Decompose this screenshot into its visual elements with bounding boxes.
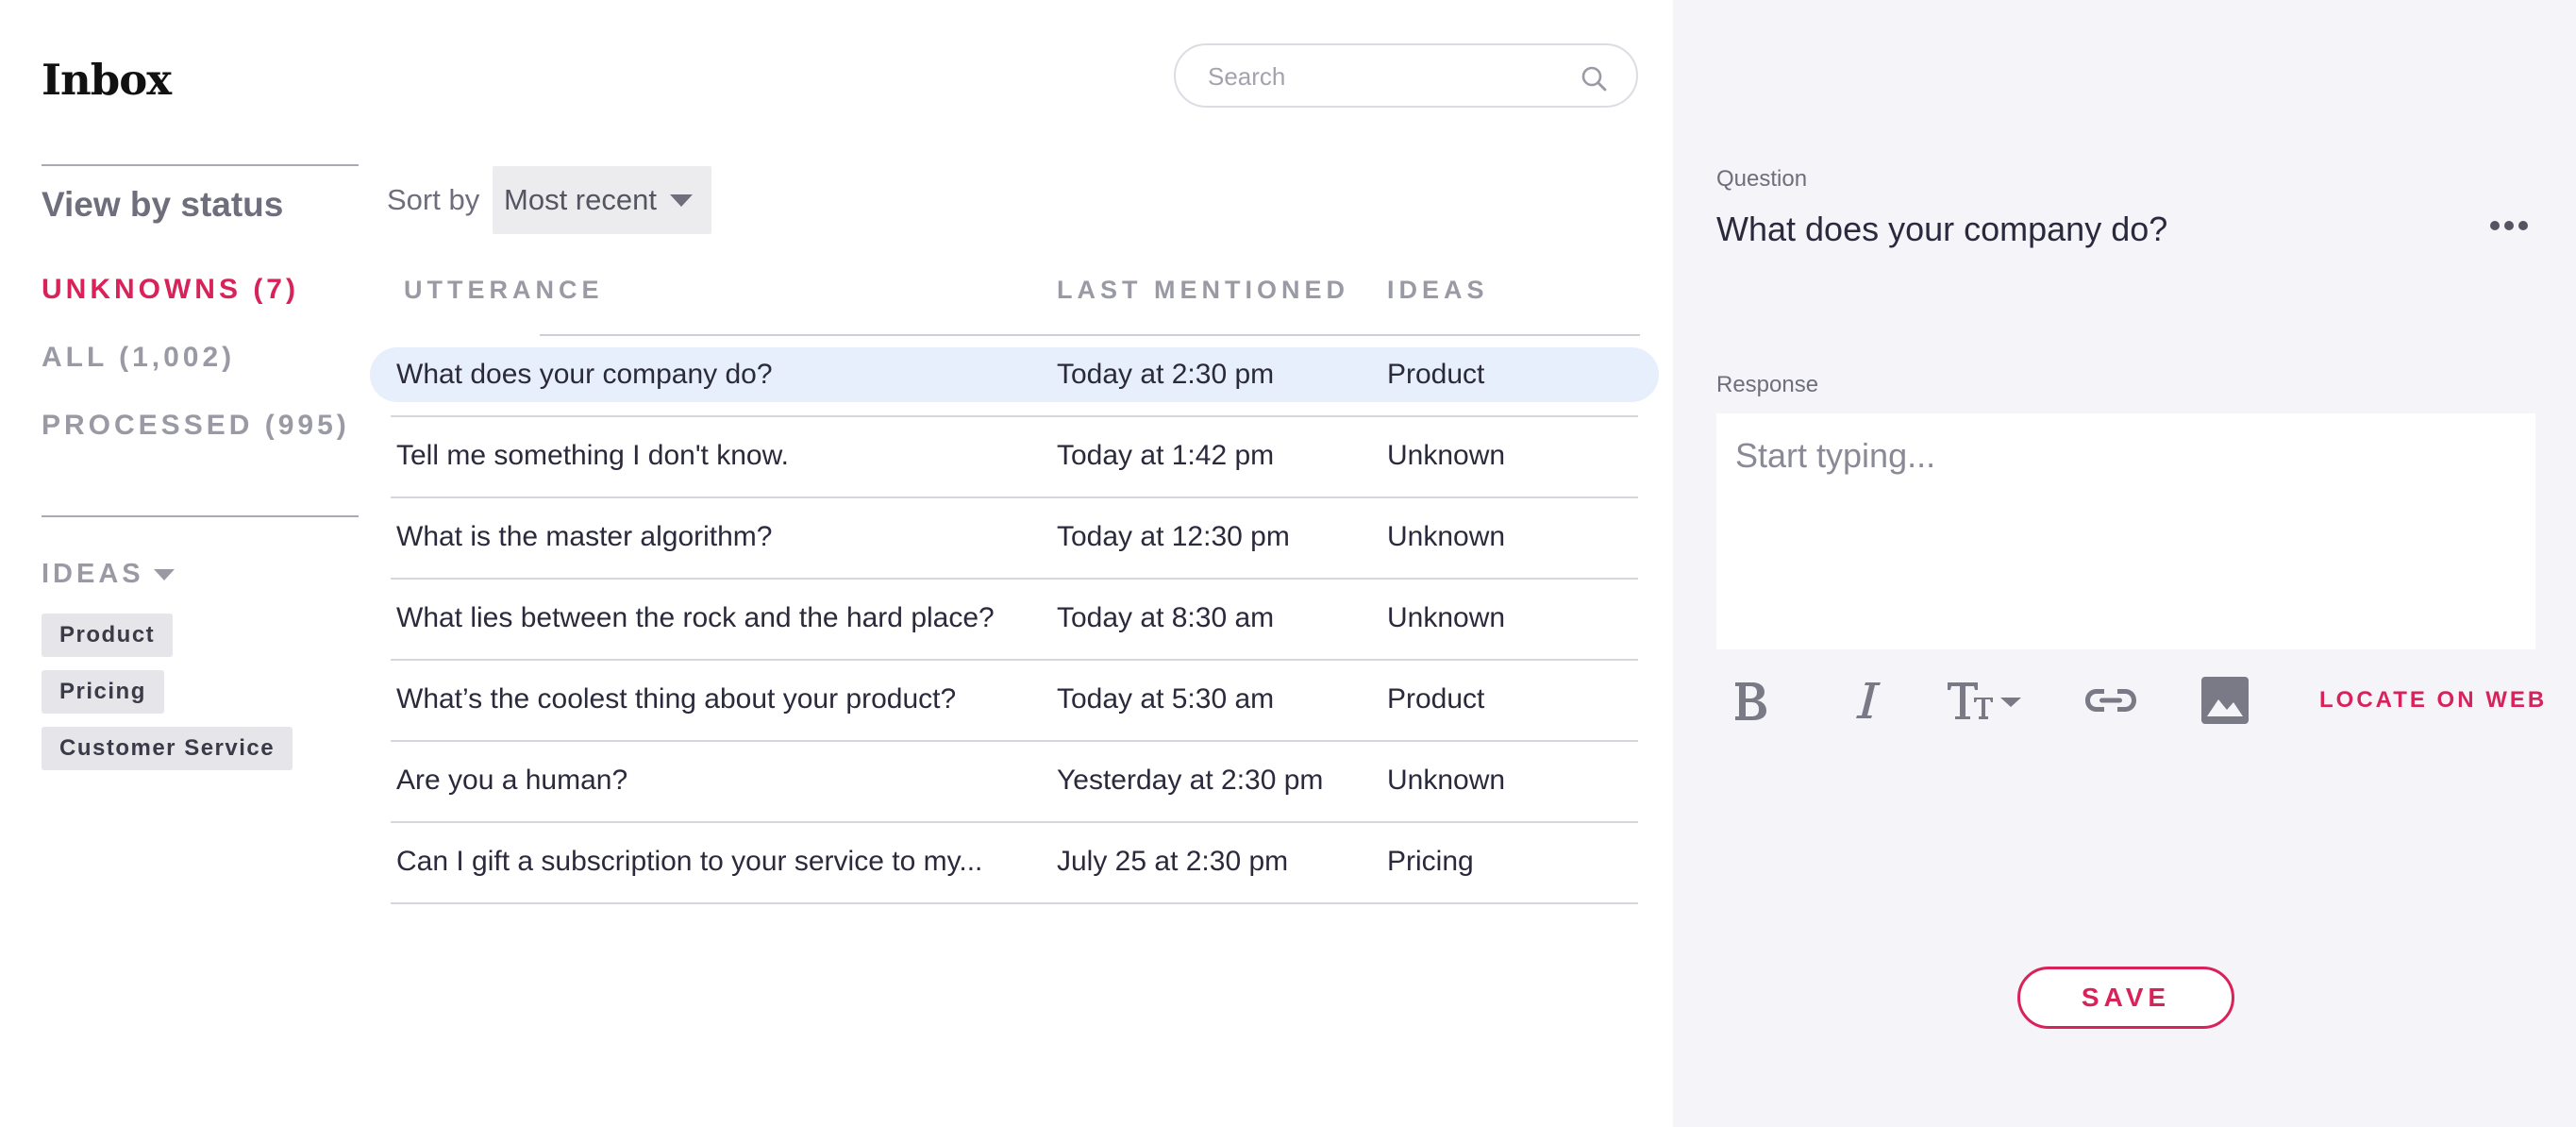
sort-dropdown[interactable]: Most recent <box>493 166 711 234</box>
cell-utterance: What lies between the rock and the hard … <box>396 602 995 633</box>
response-label: Response <box>1716 372 1819 397</box>
table-row[interactable]: Can I gift a subscription to your servic… <box>391 823 1638 904</box>
search-input[interactable] <box>1208 60 1566 93</box>
cell-last-mentioned: Today at 1:42 pm <box>1057 440 1275 471</box>
save-button[interactable]: SAVE <box>2017 967 2234 1029</box>
caret-down-icon <box>669 193 693 207</box>
cell-utterance: What is the master algorithm? <box>396 521 773 552</box>
idea-tag-product[interactable]: Product <box>42 614 174 657</box>
cell-last-mentioned: July 25 at 2:30 pm <box>1057 846 1289 877</box>
cell-idea: Unknown <box>1387 440 1506 471</box>
caret-down-icon <box>153 568 175 580</box>
cell-last-mentioned: Today at 2:30 pm <box>1057 359 1275 390</box>
column-header-last-mentioned[interactable]: LAST MENTIONED <box>1057 276 1349 305</box>
text-size-icon <box>1948 682 2021 719</box>
table-row[interactable]: What’s the coolest thing about your prod… <box>391 661 1638 742</box>
cell-utterance: What’s the coolest thing about your prod… <box>396 683 957 715</box>
cell-idea: Unknown <box>1387 521 1506 552</box>
table-row[interactable]: Tell me something I don't know. Today at… <box>391 417 1638 498</box>
cell-last-mentioned: Today at 5:30 am <box>1057 683 1275 715</box>
sidebar-divider <box>42 164 359 166</box>
cell-utterance: Are you a human? <box>396 765 628 796</box>
row-divider <box>391 902 1638 904</box>
cell-idea: Product <box>1387 683 1485 715</box>
ideas-heading-label: IDEAS <box>42 559 144 589</box>
cell-idea: Unknown <box>1387 765 1506 796</box>
italic-icon <box>1856 682 1881 718</box>
page-title: Inbox <box>42 55 172 105</box>
column-header-utterance[interactable]: UTTERANCE <box>404 276 604 305</box>
more-options-icon[interactable] <box>2489 219 2529 232</box>
status-filter-processed[interactable]: PROCESSED (995) <box>42 410 350 442</box>
cell-utterance: Tell me something I don't know. <box>396 440 789 471</box>
idea-tag-customer-service[interactable]: Customer Service <box>42 727 293 770</box>
inbox-list-panel: Inbox View by status UNKNOWNS (7) ALL (1… <box>0 0 1673 1127</box>
sort-label: Sort by <box>387 183 480 216</box>
image-icon <box>2201 677 2249 724</box>
italic-button[interactable] <box>1845 672 1892 729</box>
cell-utterance: Can I gift a subscription to your servic… <box>396 846 983 877</box>
cell-last-mentioned: Today at 12:30 pm <box>1057 521 1290 552</box>
cell-utterance: What does your company do? <box>396 359 773 390</box>
table-row[interactable]: What is the master algorithm? Today at 1… <box>391 498 1638 580</box>
column-header-ideas[interactable]: IDEAS <box>1387 276 1489 305</box>
question-text: What does your company do? <box>1716 210 2168 248</box>
bold-icon <box>1735 682 1766 720</box>
sort-value: Most recent <box>504 183 657 216</box>
cell-idea: Pricing <box>1387 846 1474 877</box>
insert-image-button[interactable] <box>2200 672 2250 729</box>
cell-last-mentioned: Yesterday at 2:30 pm <box>1057 765 1324 796</box>
ideas-filter-toggle[interactable]: IDEAS <box>42 559 175 590</box>
table-row[interactable]: Are you a human? Yesterday at 2:30 pm Un… <box>391 742 1638 823</box>
sidebar-divider <box>42 515 359 517</box>
insert-link-button[interactable] <box>2082 672 2140 729</box>
table-row[interactable]: What lies between the rock and the hard … <box>391 580 1638 661</box>
link-icon <box>2085 689 2136 712</box>
cell-idea: Product <box>1387 359 1485 390</box>
bold-button[interactable] <box>1727 672 1774 729</box>
response-editor[interactable] <box>1716 413 2535 649</box>
locate-on-web-link[interactable]: LOCATE ON WEB <box>2319 687 2547 714</box>
status-heading: View by status <box>42 185 284 224</box>
idea-tag-pricing[interactable]: Pricing <box>42 670 164 714</box>
status-filter-all[interactable]: ALL (1,002) <box>42 342 235 374</box>
cell-last-mentioned: Today at 8:30 am <box>1057 602 1275 633</box>
search-icon[interactable] <box>1580 64 1608 93</box>
table-row[interactable]: What does your company do? Today at 2:30… <box>370 336 1659 417</box>
question-label: Question <box>1716 166 1808 192</box>
search-box[interactable] <box>1174 43 1638 108</box>
cell-idea: Unknown <box>1387 602 1506 633</box>
status-filter-unknowns[interactable]: UNKNOWNS (7) <box>42 274 299 306</box>
text-size-dropdown[interactable] <box>1946 672 2023 729</box>
